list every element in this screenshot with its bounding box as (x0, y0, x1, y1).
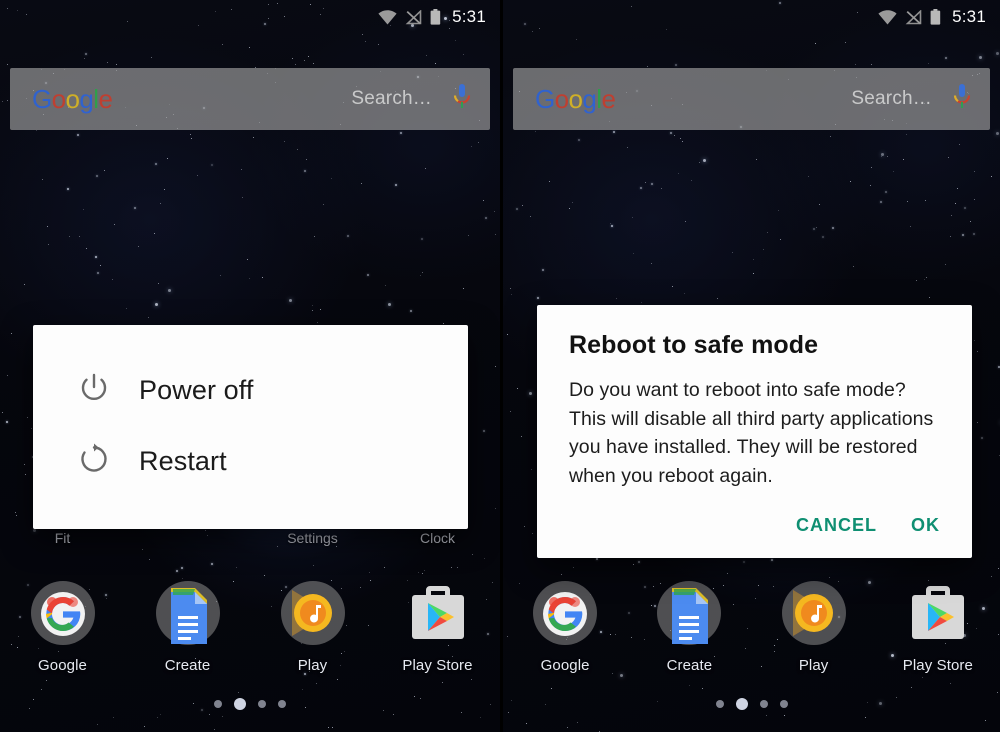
page-dot[interactable] (214, 700, 222, 708)
dock-app-create[interactable]: Create (627, 578, 751, 674)
google-app-icon (28, 578, 98, 648)
app-dock: Google Create Play Play Store (0, 578, 500, 674)
play-music-icon (779, 578, 849, 648)
logo-letter: g (582, 83, 597, 114)
power-menu-dialog: Power off Restart (33, 325, 468, 529)
microphone-icon[interactable] (452, 83, 472, 116)
dock-app-label: Google (38, 657, 87, 674)
power-icon (77, 371, 111, 410)
google-app-icon (530, 578, 600, 648)
page-dot[interactable] (258, 700, 266, 708)
dock-app-label: Play (798, 657, 829, 674)
page-indicator (0, 698, 500, 710)
play-store-icon (903, 578, 973, 648)
dock-app-label: Create (164, 657, 211, 674)
logo-letter: o (554, 83, 569, 114)
play-store-icon (403, 578, 473, 648)
logo-letter: G (535, 83, 555, 114)
battery-icon (930, 9, 941, 25)
status-time: 5:31 (952, 7, 986, 26)
app-slot[interactable]: Settings (250, 530, 375, 546)
phone-screen-right: 5:31 Google Search… Google Create Play P… (500, 0, 1000, 732)
restart-option[interactable]: Restart (33, 426, 468, 497)
microphone-icon[interactable] (952, 83, 972, 116)
power-off-label: Power off (139, 375, 254, 405)
app-slot[interactable] (125, 530, 250, 546)
wifi-icon (878, 9, 897, 25)
dual-screenshot-container: 5:31 Google Search… Fit Settings Clock G… (0, 0, 1000, 732)
restart-icon (77, 442, 111, 481)
logo-letter: e (601, 83, 616, 114)
phone-screen-left: 5:31 Google Search… Fit Settings Clock G… (0, 0, 500, 732)
logo-letter: g (79, 83, 94, 114)
dock-app-play-store[interactable]: Play Store (375, 578, 500, 674)
google-docs-icon (153, 578, 223, 648)
app-label: Clock (419, 530, 455, 546)
page-dot[interactable] (759, 700, 768, 708)
app-label: Fit (54, 530, 71, 546)
google-search-bar[interactable]: Google Search… (513, 68, 990, 130)
power-off-option[interactable]: Power off (33, 355, 468, 426)
reboot-safe-mode-dialog: Reboot to safe mode Do you want to reboo… (537, 305, 972, 558)
page-dot[interactable] (779, 700, 788, 708)
dock-app-google[interactable]: Google (503, 578, 627, 674)
google-logo: Google (32, 83, 113, 115)
logo-letter: e (98, 83, 113, 114)
signal-off-icon (905, 9, 922, 25)
restart-label: Restart (139, 446, 227, 476)
dock-app-label: Play Store (402, 657, 473, 674)
battery-icon (430, 9, 441, 25)
dock-app-play[interactable]: Play (250, 578, 375, 674)
status-bar: 5:31 (503, 0, 1000, 34)
dialog-message: Do you want to reboot into safe mode? Th… (569, 379, 934, 487)
page-dot-active[interactable] (735, 698, 748, 710)
dock-app-label: Google (540, 657, 590, 674)
page-indicator (503, 698, 1000, 710)
dock-app-label: Play (297, 657, 328, 674)
dock-app-create[interactable]: Create (125, 578, 250, 674)
app-row-partial: Fit Settings Clock (0, 530, 500, 546)
app-slot[interactable]: Fit (0, 530, 125, 546)
app-label: Settings (287, 530, 338, 546)
dock-app-label: Play Store (902, 657, 973, 674)
cancel-button[interactable]: CANCEL (796, 515, 877, 536)
signal-off-icon (405, 9, 422, 25)
google-search-bar[interactable]: Google Search… (10, 68, 490, 130)
logo-letter: G (32, 83, 52, 114)
dialog-actions: CANCEL OK (569, 515, 946, 544)
google-docs-icon (654, 578, 724, 648)
dock-app-play-store[interactable]: Play Store (876, 578, 1000, 674)
status-time: 5:31 (452, 7, 486, 26)
dialog-title: Reboot to safe mode (569, 331, 819, 359)
dock-app-label: Create (666, 657, 713, 674)
logo-letter: o (65, 83, 80, 114)
logo-letter: o (51, 83, 66, 114)
page-dot-active[interactable] (234, 698, 246, 710)
search-input[interactable]: Search… (351, 88, 432, 110)
play-music-icon (278, 578, 348, 648)
page-dot[interactable] (278, 700, 286, 708)
page-dot[interactable] (715, 700, 724, 708)
dock-app-google[interactable]: Google (0, 578, 125, 674)
app-dock: Google Create Play Play Store (503, 578, 1000, 674)
search-input[interactable]: Search… (851, 88, 932, 110)
status-bar: 5:31 (0, 0, 500, 34)
app-slot[interactable]: Clock (375, 530, 500, 546)
wifi-icon (378, 9, 397, 25)
ok-button[interactable]: OK (911, 515, 940, 536)
google-logo: Google (535, 83, 616, 115)
logo-letter: o (568, 83, 583, 114)
dock-app-play[interactable]: Play (752, 578, 876, 674)
